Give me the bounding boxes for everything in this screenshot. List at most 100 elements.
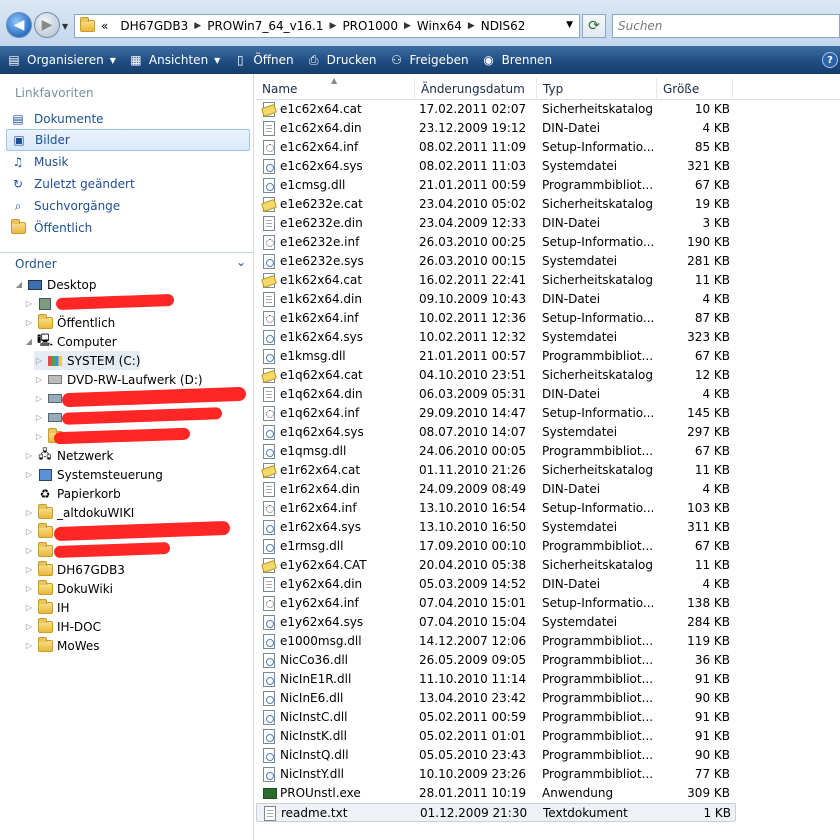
file-row[interactable]: e1r62x64.din 24.09.2009 08:49 DIN-Datei 4 K… [256,480,736,499]
file-row[interactable]: e1r62x64.sys 13.10.2010 16:50 Systemdatei 3… [256,518,736,537]
tree-altdoku[interactable]: ▷ _altdokuWIKI [24,503,134,522]
back-button[interactable]: ◀ [6,12,32,38]
file-row[interactable]: e1c62x64.sys 08.02.2011 11:03 Systemdatei 3… [256,157,736,176]
tree-recycle-bin[interactable]: ♻ Papierkorb [24,484,121,503]
collapsed-arrow-icon[interactable]: ▷ [24,603,34,612]
tree-redacted-folder-2[interactable]: ▷ [24,541,57,560]
address-dropdown-icon[interactable]: ▼ [566,20,573,30]
collapsed-arrow-icon[interactable]: ▷ [24,318,34,327]
breadcrumb-item[interactable]: DH67GDB3 [114,19,194,33]
share-button[interactable]: ⚇ Freigeben [383,46,475,74]
breadcrumb-item[interactable]: PRO1000 [336,19,404,33]
file-row[interactable]: e1000msg.dll 14.12.2007 12:06 Programmbibl… [256,632,736,651]
file-row[interactable]: e1c62x64.cat 17.02.2011 02:07 Sicherheitsk… [256,100,736,119]
file-row[interactable]: e1q62x64.din 06.03.2009 05:31 DIN-Datei 4 K… [256,385,736,404]
file-row[interactable]: e1c62x64.inf 08.02.2011 11:09 Setup-Inform… [256,138,736,157]
file-row[interactable]: NicCo36.dll 26.05.2009 09:05 Programmbibli… [256,651,736,670]
file-row[interactable]: e1q62x64.cat 04.10.2010 23:51 Sicherheitsk… [256,366,736,385]
organize-button[interactable]: ▤ Organisieren ▼ [0,46,122,74]
breadcrumb-item[interactable]: PROWin7_64_v16.1 [201,19,329,33]
tree-dokuwiki[interactable]: ▷ DokuWiki [24,579,113,598]
file-row[interactable]: e1y62x64.CAT 20.04.2010 05:38 Sicherheitsk… [256,556,736,575]
fav-recent[interactable]: ↻ Zuletzt geändert [6,173,250,195]
file-row[interactable]: readme.txt 01.12.2009 21:30 Textdokument 1 … [256,803,736,822]
collapsed-arrow-icon[interactable]: ▷ [24,641,34,650]
file-row[interactable]: NicInstK.dll 05.02.2011 01:01 Programmbibl… [256,727,736,746]
file-row[interactable]: e1rmsg.dll 17.09.2010 00:10 Programmbiblio… [256,537,736,556]
views-button[interactable]: ▦ Ansichten ▼ [122,46,226,74]
collapsed-arrow-icon[interactable]: ▷ [34,375,44,384]
expanded-arrow-icon[interactable]: ◢ [24,337,34,346]
file-row[interactable]: e1e6232e.sys 26.03.2010 00:15 Systemdatei 2… [256,252,736,271]
collapsed-arrow-icon[interactable]: ▷ [24,508,34,517]
file-row[interactable]: e1e6232e.din 23.04.2009 12:33 DIN-Datei 3 K… [256,214,736,233]
tree-mowes[interactable]: ▷ MoWes [24,636,100,655]
collapsed-arrow-icon[interactable]: ▷ [24,546,34,555]
file-row[interactable]: e1y62x64.din 05.03.2009 14:52 DIN-Datei 4 K… [256,575,736,594]
breadcrumb-separator-icon[interactable]: ▶ [404,21,411,31]
collapsed-arrow-icon[interactable]: ▷ [24,451,34,460]
breadcrumb-separator-icon[interactable]: ▶ [468,21,475,31]
address-breadcrumb[interactable]: « DH67GDB3 ▶ PROWin7_64_v16.1 ▶ PRO1000 … [74,14,580,38]
fav-public[interactable]: Öffentlich [6,217,250,239]
collapsed-arrow-icon[interactable]: ▷ [34,356,44,365]
tree-control-panel[interactable]: ▷ Systemsteuerung [24,465,163,484]
expanded-arrow-icon[interactable]: ◢ [14,280,24,289]
breadcrumb-separator-icon[interactable]: ▶ [194,21,201,31]
column-name[interactable]: Name ▲ [256,76,415,100]
breadcrumb-item[interactable]: NDIS62 [475,19,532,33]
file-row[interactable]: NicInE1R.dll 11.10.2010 11:14 Programmbibl… [256,670,736,689]
fav-documents[interactable]: ▤ Dokumente [6,108,250,130]
collapsed-arrow-icon[interactable]: ▷ [24,622,34,631]
column-type[interactable]: Typ [537,78,657,100]
file-row[interactable]: e1k62x64.din 09.10.2009 10:43 DIN-Datei 4 K… [256,290,736,309]
file-row[interactable]: e1y62x64.inf 07.04.2010 15:01 Setup-Inform… [256,594,736,613]
tree-dh67[interactable]: ▷ DH67GDB3 [24,560,125,579]
breadcrumb-item[interactable]: Winx64 [411,19,468,33]
refresh-button[interactable]: ⟳ [582,14,606,38]
tree-system-c[interactable]: ▷ SYSTEM (C:) [34,351,141,370]
file-row[interactable]: e1cmsg.dll 21.01.2011 00:59 Programmbiblio… [256,176,736,195]
collapsed-arrow-icon[interactable]: ▷ [24,299,34,308]
recent-pages-dropdown[interactable]: ▼ [62,22,68,31]
breadcrumb-separator-icon[interactable]: ▶ [330,21,337,31]
column-size[interactable]: Größe [657,78,733,100]
file-row[interactable]: e1y62x64.sys 07.04.2010 15:04 Systemdatei 2… [256,613,736,632]
print-button[interactable]: ⎙ Drucken [300,46,383,74]
file-row[interactable]: e1r62x64.cat 01.11.2010 21:26 Sicherheitsk… [256,461,736,480]
fav-pictures[interactable]: ▣ Bilder [6,129,250,151]
tree-computer[interactable]: ◢ 🖳 Computer [24,332,117,351]
file-row[interactable]: e1q62x64.inf 29.09.2010 14:47 Setup-Inform… [256,404,736,423]
file-row[interactable]: e1kmsg.dll 21.01.2011 00:57 Programmbiblio… [256,347,736,366]
column-date[interactable]: Änderungsdatum [415,78,537,100]
tree-dvd[interactable]: ▷ DVD-RW-Laufwerk (D:) [34,370,203,389]
file-row[interactable]: e1k62x64.cat 16.02.2011 22:41 Sicherheitsk… [256,271,736,290]
collapsed-arrow-icon[interactable]: ▷ [24,527,34,536]
tree-redacted-folder-1[interactable]: ▷ [24,522,57,541]
file-row[interactable]: e1e6232e.inf 26.03.2010 00:25 Setup-Inform… [256,233,736,252]
file-row[interactable]: PROUnstl.exe 28.01.2011 10:19 Anwendung 309… [256,784,736,803]
collapsed-arrow-icon[interactable]: ▷ [34,432,44,441]
tree-network[interactable]: ▷ 🖧 Netzwerk [24,446,114,465]
fav-searches[interactable]: ⌕ Suchvorgänge [6,195,250,217]
collapsed-arrow-icon[interactable]: ▷ [24,565,34,574]
file-row[interactable]: NicInE6.dll 13.04.2010 23:42 Programmbibli… [256,689,736,708]
collapsed-arrow-icon[interactable]: ▷ [24,584,34,593]
file-row[interactable]: NicInstC.dll 05.02.2011 00:59 Programmbibl… [256,708,736,727]
open-button[interactable]: ▯ Öffnen [226,46,299,74]
file-row[interactable]: e1r62x64.inf 13.10.2010 16:54 Setup-Inform… [256,499,736,518]
file-row[interactable]: e1qmsg.dll 24.06.2010 00:05 Programmbiblio… [256,442,736,461]
collapsed-arrow-icon[interactable]: ▷ [24,470,34,479]
forward-button[interactable]: ▶ [34,12,60,38]
file-row[interactable]: NicInstQ.dll 05.05.2010 23:43 Programmbibl… [256,746,736,765]
folders-header[interactable]: Ordner ⌄ [0,252,254,274]
breadcrumb-overflow[interactable]: « [95,19,114,33]
file-row[interactable]: e1e6232e.cat 23.04.2010 05:02 Sicherheitsk… [256,195,736,214]
file-row[interactable]: e1q62x64.sys 08.07.2010 14:07 Systemdatei 2… [256,423,736,442]
chevron-down-icon[interactable]: ⌄ [236,255,246,269]
search-input[interactable]: Suchen [612,14,840,38]
fav-music[interactable]: ♫ Musik [6,151,250,173]
file-row[interactable]: e1k62x64.sys 10.02.2011 12:32 Systemdatei 3… [256,328,736,347]
tree-ih[interactable]: ▷ IH [24,598,70,617]
tree-redacted-user[interactable]: ▷ [24,294,57,313]
